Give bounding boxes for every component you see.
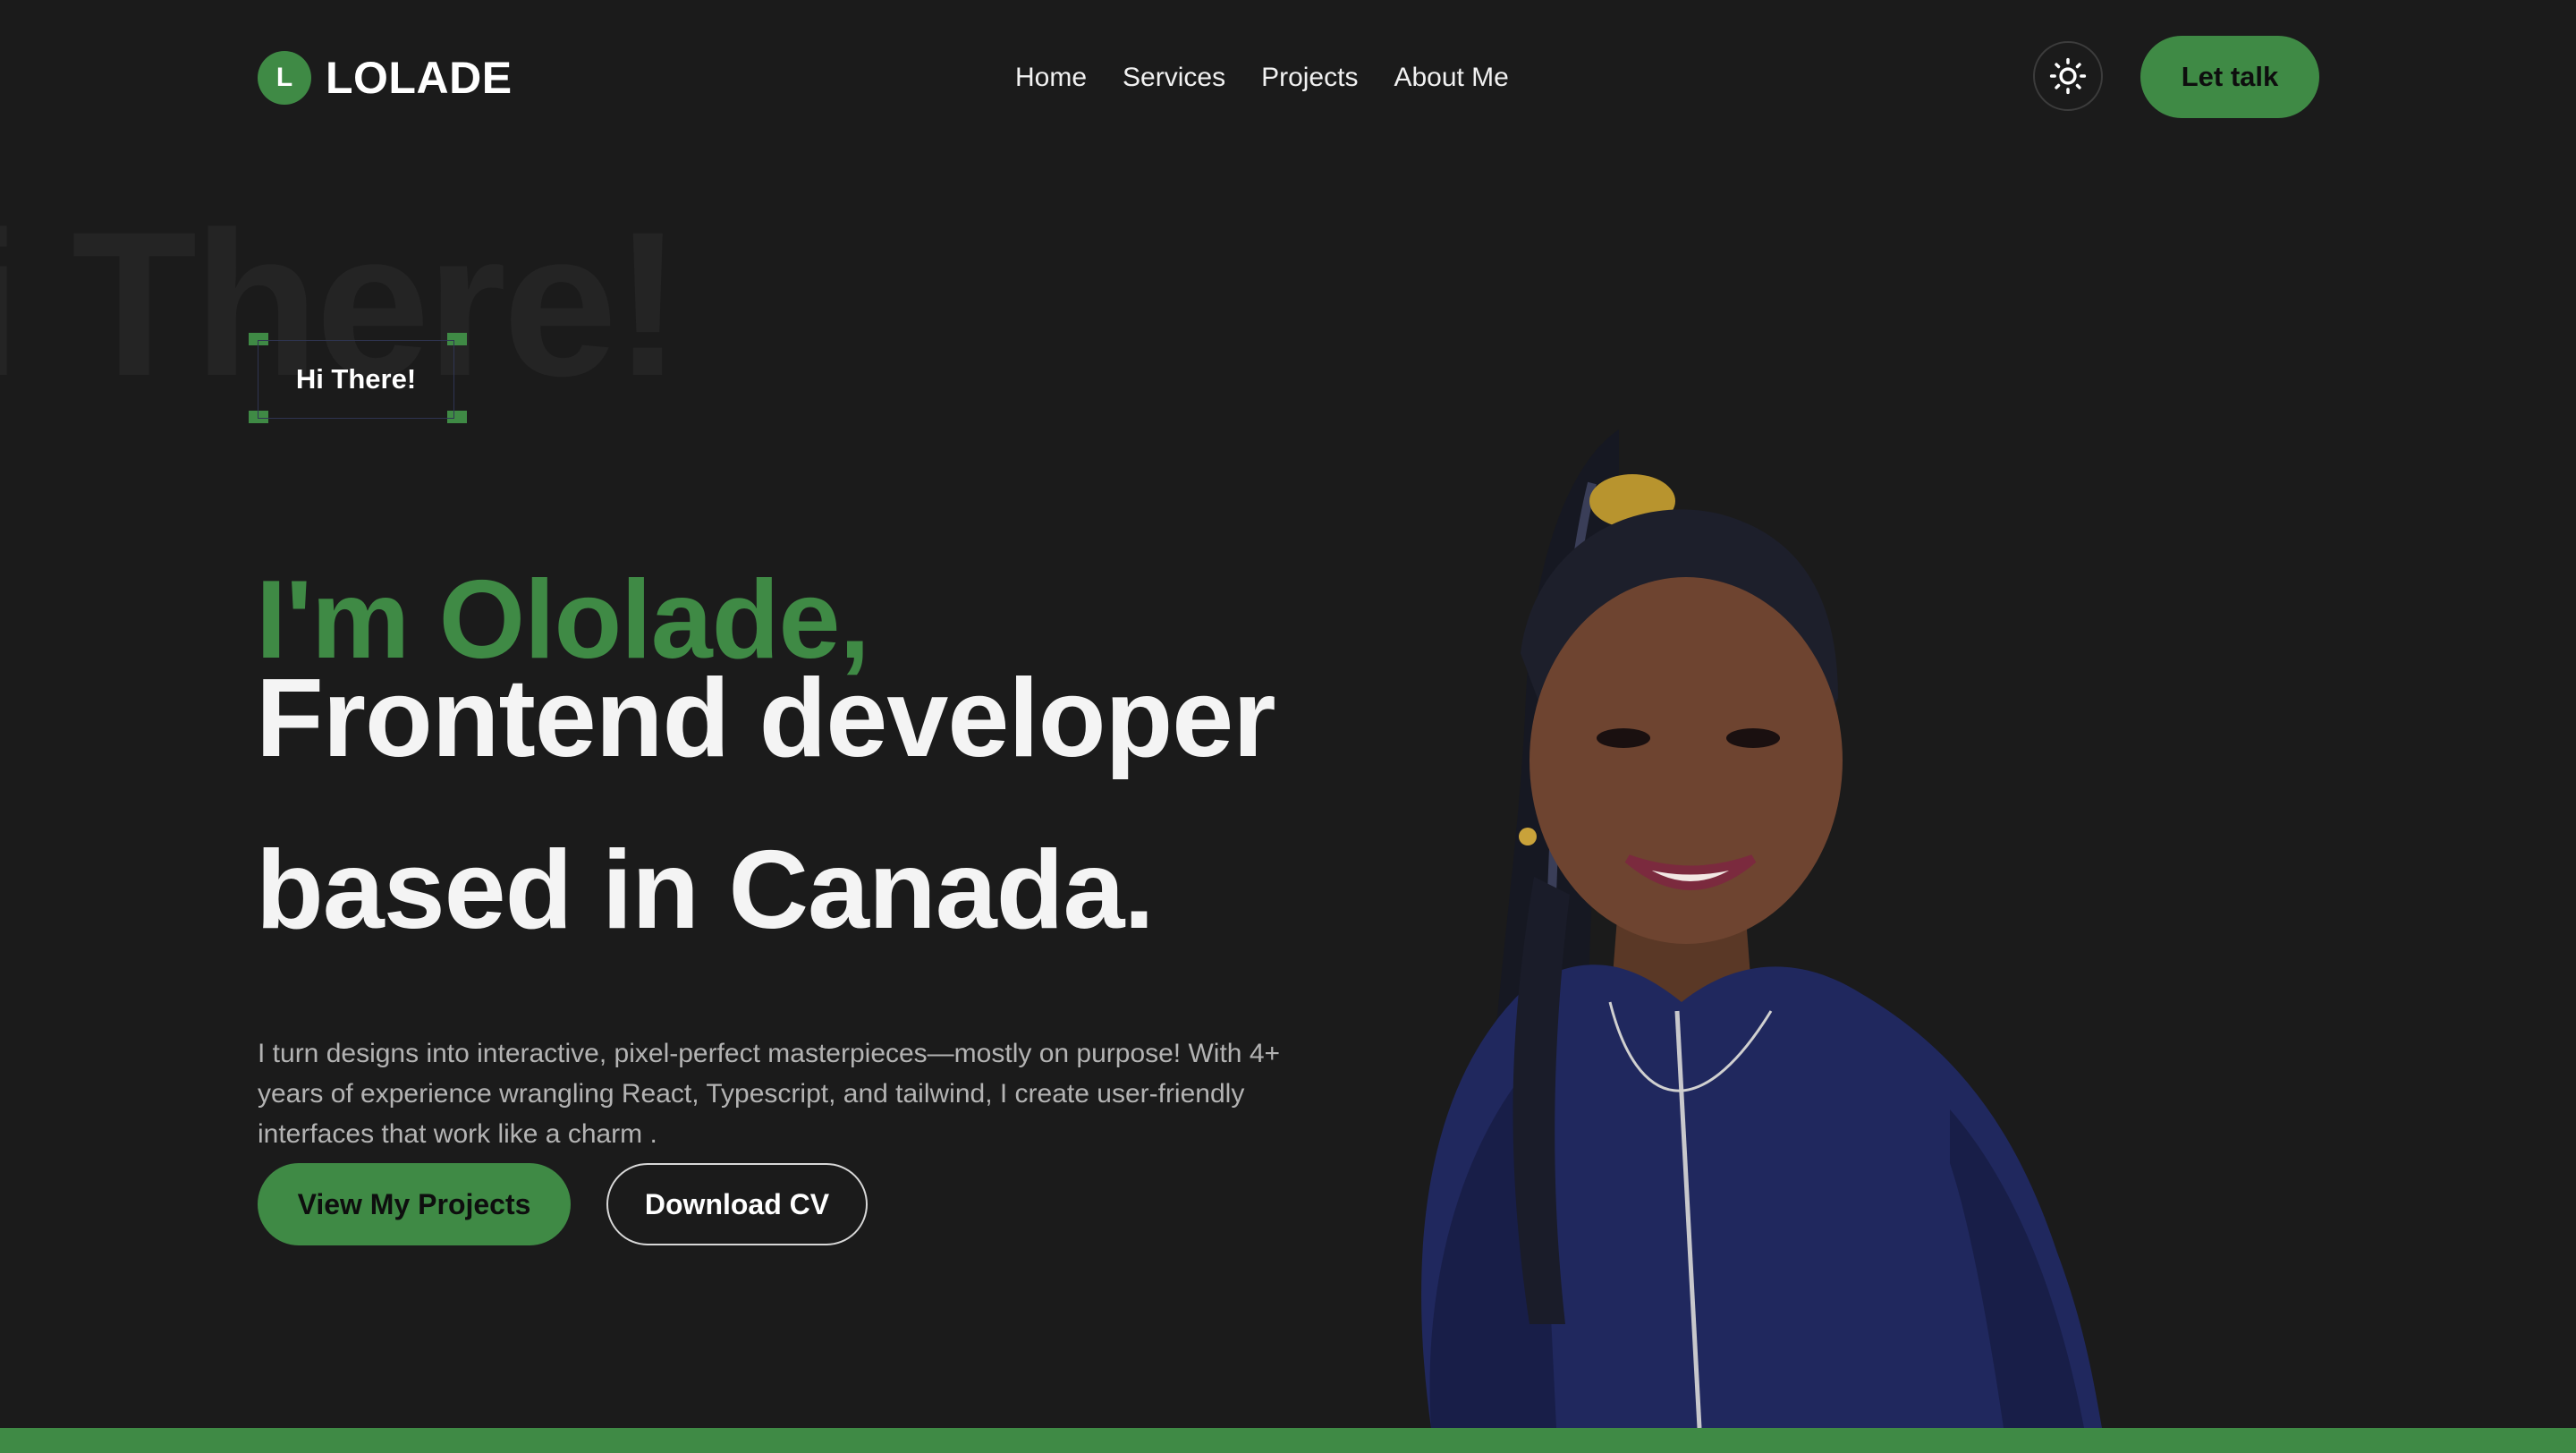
download-cv-button[interactable]: Download CV [606, 1163, 868, 1245]
logo-badge: L [258, 51, 311, 105]
lets-talk-button[interactable]: Let talk [2140, 36, 2319, 118]
hero-title-line-2: based in Canada. [256, 828, 1155, 952]
bottom-accent-bar [0, 1428, 2576, 1453]
view-projects-button[interactable]: View My Projects [258, 1163, 571, 1245]
nav-link-about-me[interactable]: About Me [1394, 57, 1508, 98]
nav-link-projects[interactable]: Projects [1261, 57, 1358, 98]
nav-link-home[interactable]: Home [1015, 57, 1087, 98]
portrait-eye-right [1726, 728, 1780, 748]
nav-link-services[interactable]: Services [1123, 57, 1225, 98]
hero-portrait-image [1421, 429, 2102, 1428]
theme-toggle-button[interactable] [2033, 41, 2103, 111]
hero-description: I turn designs into interactive, pixel-p… [258, 1039, 1281, 1149]
top-navigation: L LOLADE Home Services Projects About Me… [0, 0, 2576, 157]
logo-text: LOLADE [326, 53, 513, 103]
portrait-earring [1519, 828, 1537, 845]
hero-title-line-1: Frontend developer [256, 657, 1275, 780]
portrait-eye-left [1597, 728, 1650, 748]
main-menu: Home Services Projects About Me [1015, 57, 1509, 98]
logo[interactable]: L LOLADE [258, 50, 513, 106]
sun-icon [2049, 57, 2087, 95]
greeting-tag: Hi There! [258, 340, 454, 419]
